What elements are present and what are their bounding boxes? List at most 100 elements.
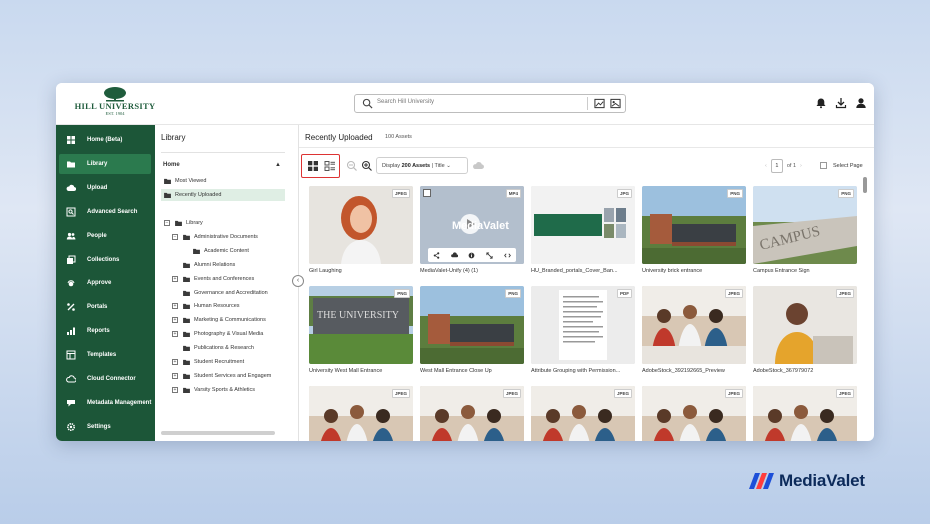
sidebar-item-cloud-connector[interactable]: Cloud Connector xyxy=(56,369,155,389)
asset-thumbnail[interactable]: JPEG xyxy=(531,386,635,441)
cloud-icon[interactable] xyxy=(472,160,484,172)
sidebar-item-people[interactable]: People xyxy=(56,226,155,246)
horizontal-scrollbar[interactable] xyxy=(161,431,275,435)
asset-card[interactable]: JPEG xyxy=(753,386,857,441)
asset-card[interactable]: JPEG Girl Laughing xyxy=(309,186,413,274)
notifications-icon[interactable] xyxy=(815,96,827,110)
expand-toggle[interactable]: + xyxy=(172,317,178,324)
asset-card[interactable]: JPEG xyxy=(642,386,746,441)
sidebar-item-library[interactable]: Library xyxy=(59,153,151,174)
sidebar-item-settings[interactable]: Settings xyxy=(56,417,155,437)
chevron-up-icon[interactable]: ▲ xyxy=(275,162,281,168)
sidebar-item-label: Portals xyxy=(87,304,108,311)
tree-item[interactable]: + Human Resources xyxy=(172,300,240,312)
asset-thumbnail[interactable]: JPEG xyxy=(642,286,746,364)
list-view-icon[interactable] xyxy=(324,160,336,172)
asset-card[interactable]: JPEG AdobeStock_392192665_Preview xyxy=(642,286,746,374)
asset-thumbnail[interactable]: MediaValet MP4 xyxy=(420,186,524,264)
asset-card[interactable]: JPEG xyxy=(420,386,524,441)
cloud-download-icon[interactable] xyxy=(451,251,458,259)
asset-card[interactable]: PDF Attribute Grouping with Permission... xyxy=(531,286,635,374)
tree-item[interactable]: + Photography & Visual Media xyxy=(172,328,263,340)
library-quick-most-viewed[interactable]: Most Viewed xyxy=(161,175,285,187)
asset-thumbnail[interactable]: JPG xyxy=(531,186,635,264)
user-account-icon[interactable] xyxy=(855,96,867,110)
asset-card[interactable]: THE UNIVERSITY PNG University West Mall En… xyxy=(309,286,413,374)
next-page-icon[interactable]: › xyxy=(800,163,802,169)
expand-toggle[interactable]: + xyxy=(172,275,178,282)
sidebar-item-reports[interactable]: Reports xyxy=(56,321,155,341)
search-bar[interactable]: Search Hill University xyxy=(354,94,626,113)
asset-thumbnail[interactable]: JPEG xyxy=(309,386,413,441)
sidebar-item-upload[interactable]: Upload xyxy=(56,178,155,198)
asset-card[interactable]: JPEG AdobeStock_367979072 xyxy=(753,286,857,374)
tree-item[interactable]: + Events and Conferences xyxy=(172,273,254,285)
asset-card[interactable]: PNG West Mall Entrance Close Up xyxy=(420,286,524,374)
asset-card[interactable]: CAMPUS PNG Campus Entrance Sign xyxy=(753,186,857,274)
asset-thumbnail[interactable]: JPEG xyxy=(309,186,413,264)
tree-item[interactable]: Alumni Relations xyxy=(172,259,235,271)
asset-card[interactable]: JPEG xyxy=(309,386,413,441)
expand-toggle[interactable]: + xyxy=(172,331,178,338)
file-type-badge: JPEG xyxy=(391,189,410,198)
select-page-checkbox[interactable] xyxy=(820,162,827,169)
asset-thumbnail[interactable]: THE UNIVERSITY PNG xyxy=(309,286,413,364)
tree-item[interactable]: + Student Recruitment xyxy=(172,356,244,368)
embed-code-icon[interactable] xyxy=(503,252,511,259)
tree-item[interactable]: Governance and Accreditation xyxy=(172,287,268,299)
expand-toggle[interactable]: − xyxy=(172,233,178,240)
prev-page-icon[interactable]: ‹ xyxy=(765,163,767,169)
asset-thumbnail[interactable]: PNG xyxy=(420,286,524,364)
page-input[interactable]: 1 xyxy=(770,159,783,173)
tree-item[interactable]: + Student Services and Engagem xyxy=(172,370,271,382)
asset-card[interactable]: JPG HU_Branded_portals_Cover_Ban... xyxy=(531,186,635,274)
asset-thumbnail[interactable]: JPEG xyxy=(420,386,524,441)
expand-toggle[interactable]: + xyxy=(172,303,178,310)
tree-item[interactable]: Academic Content xyxy=(182,245,249,257)
library-title: Library xyxy=(161,133,186,142)
expand-toggle[interactable]: + xyxy=(172,372,178,379)
visual-search-icon[interactable] xyxy=(610,98,621,109)
sidebar-item-collections[interactable]: Collections xyxy=(56,250,155,270)
select-page[interactable]: Select Page xyxy=(820,162,863,169)
zoom-out-icon[interactable] xyxy=(346,160,358,172)
tree-item[interactable]: + Varsity Sports & Athletics xyxy=(172,384,255,396)
expand-icon[interactable] xyxy=(486,251,493,259)
sidebar-item-portals[interactable]: Portals xyxy=(56,297,155,317)
expand-toggle[interactable]: + xyxy=(172,386,178,393)
sidebar-item-home-beta[interactable]: Home (Beta) xyxy=(56,130,155,150)
divider xyxy=(161,152,285,153)
select-checkbox[interactable] xyxy=(423,189,431,197)
asset-thumbnail[interactable]: CAMPUS PNG xyxy=(753,186,857,264)
download-icon[interactable] xyxy=(835,96,847,110)
expand-toggle[interactable]: + xyxy=(172,359,178,365)
asset-card[interactable]: PNG University brick entrance xyxy=(642,186,746,274)
hill-university-logo[interactable]: HILL UNIVERSITY EST. 1904 xyxy=(70,86,160,122)
share-icon[interactable] xyxy=(433,251,440,259)
library-quick-recently-uploaded[interactable]: Recently Uploaded xyxy=(161,189,285,201)
vertical-scrollbar[interactable] xyxy=(863,177,867,193)
tree-item[interactable]: − Library xyxy=(164,217,203,229)
asset-thumbnail[interactable]: JPEG xyxy=(753,386,857,441)
zoom-in-icon[interactable] xyxy=(361,160,373,172)
tree-item[interactable]: Publications & Research xyxy=(172,342,254,354)
sidebar-item-metadata-management[interactable]: Metadata Management xyxy=(56,393,155,413)
home-section[interactable]: Home xyxy=(163,162,180,168)
tree-item[interactable]: − Administrative Documents xyxy=(172,231,258,243)
image-search-icon[interactable] xyxy=(594,98,605,109)
sidebar-item-approve[interactable]: Approve xyxy=(56,273,155,293)
expand-toggle[interactable]: − xyxy=(164,220,170,226)
sidebar-item-templates[interactable]: Templates xyxy=(56,345,155,365)
display-dropdown[interactable]: Display 200 Assets | Title ⌄ xyxy=(376,157,468,174)
asset-thumbnail[interactable]: JPEG xyxy=(753,286,857,364)
asset-thumbnail[interactable]: JPEG xyxy=(642,386,746,441)
asset-card[interactable]: JPEG xyxy=(531,386,635,441)
search-input[interactable]: Search Hill University xyxy=(377,99,434,105)
info-icon[interactable] xyxy=(468,252,475,259)
tree-item[interactable]: + Marketing & Communications xyxy=(172,314,266,326)
asset-thumbnail[interactable]: PNG xyxy=(642,186,746,264)
grid-view-icon[interactable] xyxy=(307,160,319,172)
sidebar-item-advanced-search[interactable]: Advanced Search xyxy=(56,202,155,222)
asset-thumbnail[interactable]: PDF xyxy=(531,286,635,364)
asset-card[interactable]: MediaValet MP4 MediaValet-Unify (4) (1) xyxy=(420,186,524,274)
